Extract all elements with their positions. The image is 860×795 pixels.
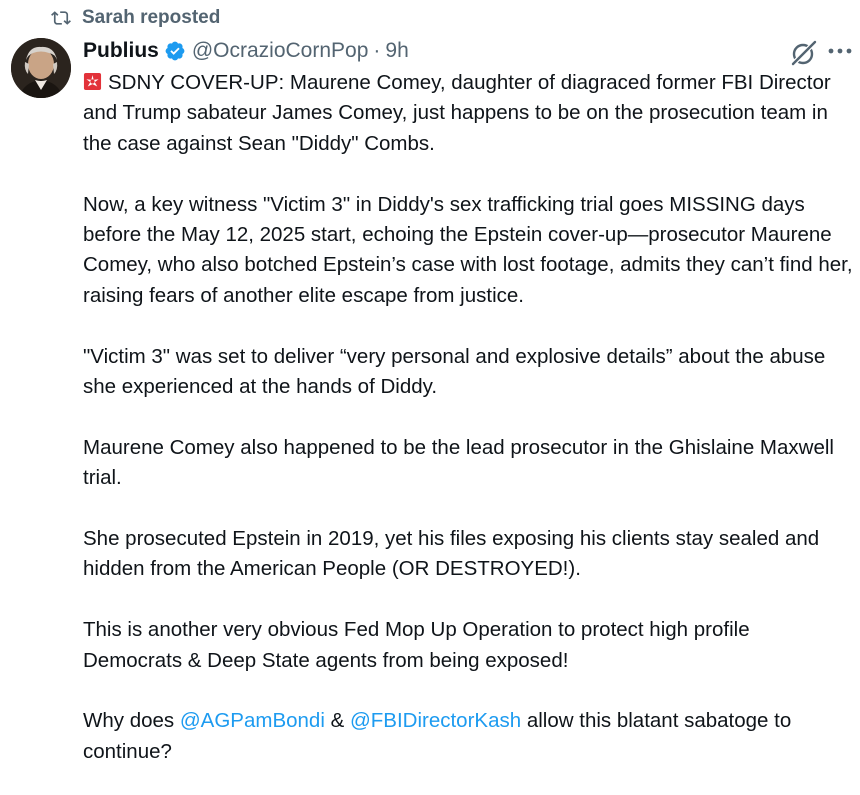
repost-indicator: Sarah reposted (50, 6, 220, 30)
avatar[interactable] (11, 38, 71, 98)
verified-badge-icon (165, 41, 185, 61)
tweet-paragraph-6: This is another very obvious Fed Mop Up … (83, 618, 750, 672)
tweet-header: Publius @OcrazioCornPop · 9h (83, 36, 409, 66)
more-icon[interactable] (823, 36, 857, 66)
mention-fbidirectorkash[interactable]: @FBIDirectorKash (350, 709, 521, 732)
tweet-text: SDNY COVER-UP: Maurene Comey, daughter o… (83, 68, 853, 767)
tweet-paragraph: SDNY COVER-UP: Maurene Comey, daughter o… (83, 68, 853, 159)
tweet-paragraph-5: She prosecuted Epstein in 2019, yet his … (83, 527, 820, 581)
repost-icon (51, 11, 71, 25)
tweet-paragraph-2: Now, a key witness "Victim 3" in Diddy's… (83, 192, 853, 307)
tweet-paragraph-4: Maurene Comey also happened to be the le… (83, 435, 834, 490)
author-handle[interactable]: @OcrazioCornPop (192, 39, 369, 63)
paragraph-7-mid: & (324, 709, 350, 733)
mention-agpambondi[interactable]: @AGPamBondi (180, 709, 325, 732)
tweet-paragraph-7: Why does @AGPamBondi & @FBIDirectorKash … (83, 706, 853, 767)
avatar-portrait (11, 38, 71, 98)
more-dots (828, 48, 852, 54)
tweet-paragraph-3: "Victim 3" was set to deliver “very pers… (83, 344, 826, 399)
siren-emoji (83, 72, 102, 91)
repost-label[interactable]: Sarah reposted (82, 7, 220, 29)
post-time[interactable]: 9h (385, 39, 408, 63)
paragraph-7-prefix: Why does (83, 709, 180, 733)
grok-icon[interactable] (789, 38, 819, 68)
author-name[interactable]: Publius (83, 39, 159, 63)
separator-dot: · (373, 39, 381, 62)
tweet-paragraph-1: SDNY COVER-UP: Maurene Comey, daughter o… (83, 71, 831, 155)
